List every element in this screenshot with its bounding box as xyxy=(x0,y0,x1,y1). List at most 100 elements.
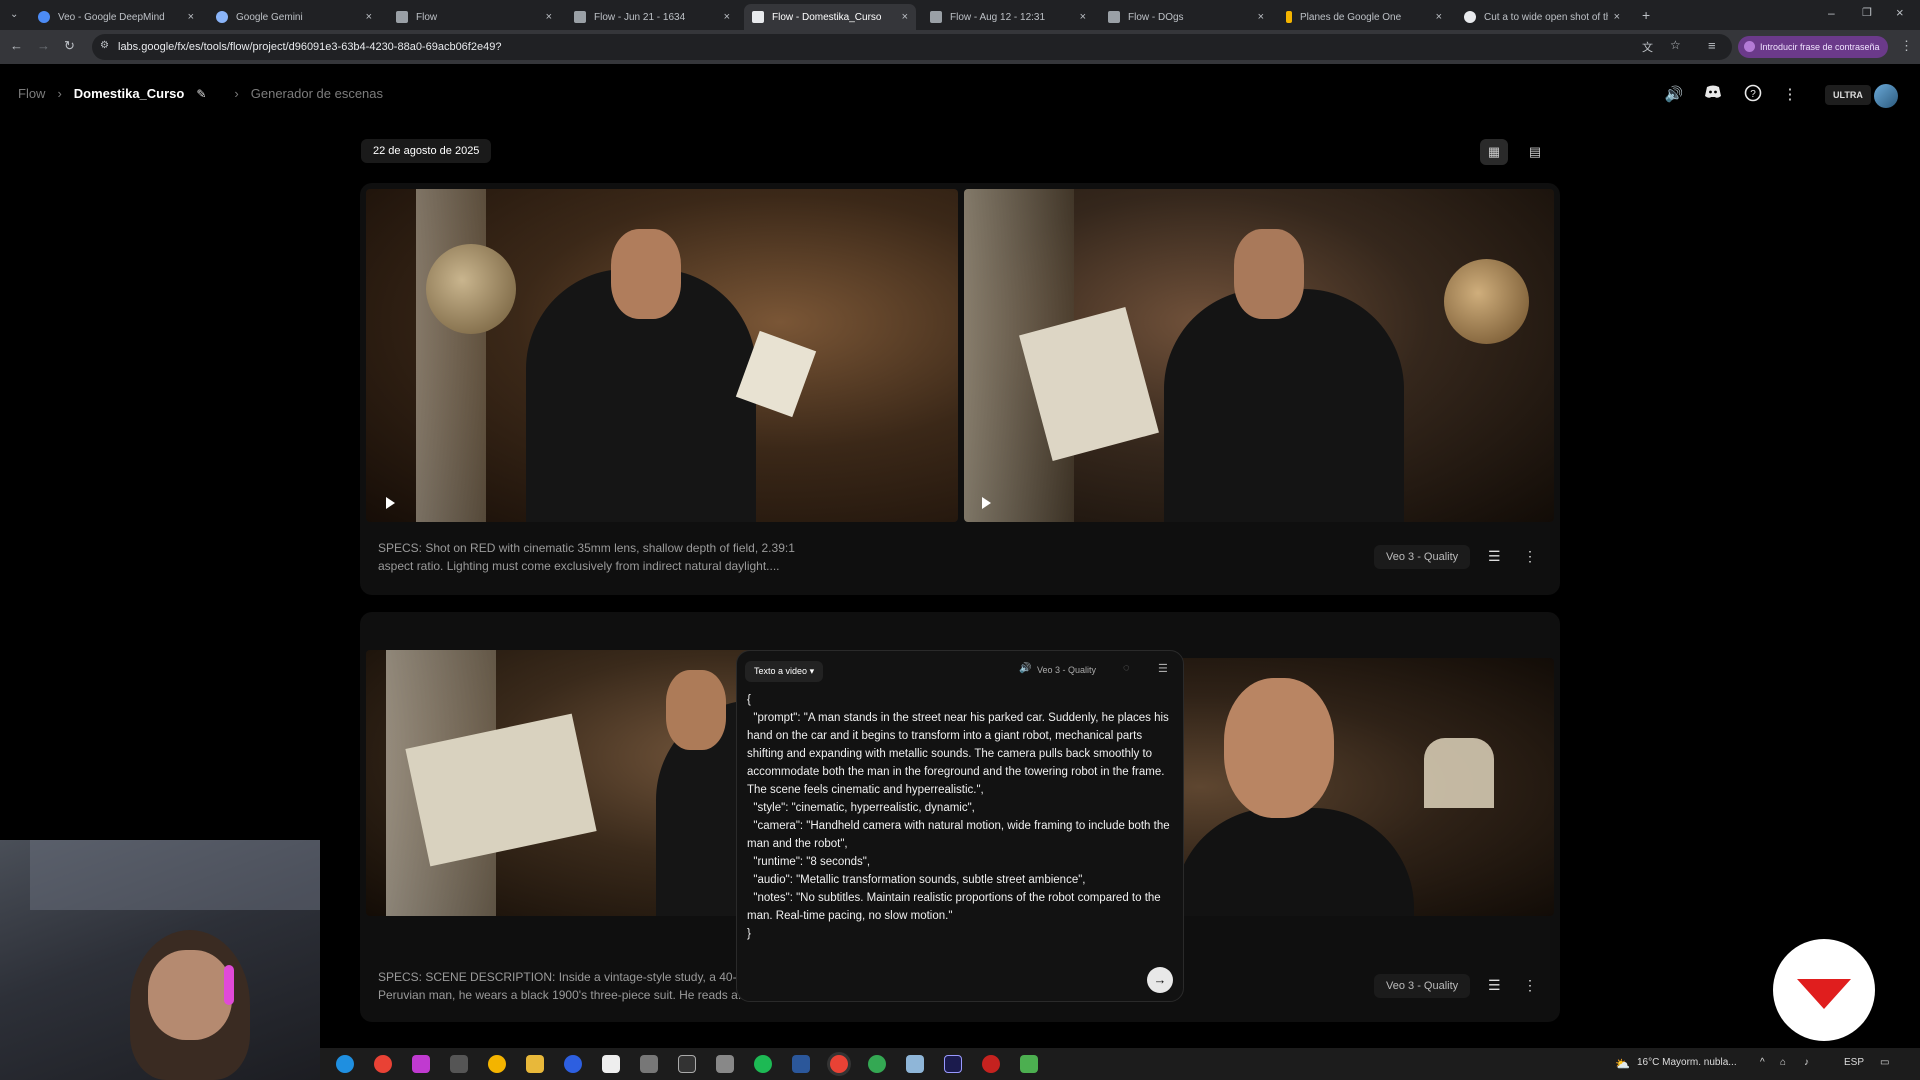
more-options-icon[interactable]: ⋮ xyxy=(1779,84,1801,106)
close-window-icon[interactable]: × xyxy=(1896,5,1904,20)
man-face xyxy=(1224,678,1334,818)
background-wall xyxy=(30,840,320,910)
language-indicator[interactable]: ESP xyxy=(1844,1057,1864,1068)
tab-close-icon[interactable]: × xyxy=(546,11,552,23)
calendar-icon[interactable] xyxy=(678,1055,696,1073)
app-icon[interactable] xyxy=(906,1055,924,1073)
app-icon[interactable] xyxy=(1020,1055,1038,1073)
play-icon[interactable] xyxy=(386,497,395,509)
reload-icon[interactable]: ↻ xyxy=(64,38,75,54)
mode-dropdown[interactable]: Texto a video ▾ xyxy=(745,661,824,682)
model-badge: Veo 3 - Quality xyxy=(1374,545,1471,569)
back-icon[interactable]: ← xyxy=(10,38,23,53)
volume-icon[interactable]: 🔊 xyxy=(1663,84,1685,106)
app-icon[interactable] xyxy=(982,1055,1000,1073)
ultra-plan-badge[interactable]: ULTRA xyxy=(1825,85,1871,105)
tab-close-icon[interactable]: × xyxy=(188,11,194,23)
url-bar[interactable]: ⚙ labs.google/fx/es/tools/flow/project/d… xyxy=(92,34,1732,60)
chrome-profile-icon[interactable] xyxy=(488,1055,506,1073)
tab-flow-domestika[interactable]: Flow - Domestika_Curso × xyxy=(744,4,916,30)
tab-flow[interactable]: Flow × xyxy=(388,4,560,30)
app-icon[interactable] xyxy=(716,1055,734,1073)
tab-favicon-icon xyxy=(1286,11,1292,23)
discord-icon[interactable] xyxy=(1702,84,1724,106)
audio-icon[interactable]: 🔊 xyxy=(1019,663,1031,674)
breadcrumb-project[interactable]: Domestika_Curso xyxy=(74,86,185,101)
card-specs-text[interactable]: SPECS: Shot on RED with cinematic 35mm l… xyxy=(378,539,798,575)
edge-icon[interactable] xyxy=(336,1055,354,1073)
zoom-icon[interactable] xyxy=(564,1055,582,1073)
breadcrumb-section[interactable]: Generador de escenas xyxy=(251,86,383,101)
app-icon[interactable] xyxy=(412,1055,430,1073)
address-bar-row: ← → ↻ ⚙ labs.google/fx/es/tools/flow/pro… xyxy=(0,30,1920,64)
man-silhouette xyxy=(1174,808,1414,916)
tab-search-icon[interactable]: ⌄ xyxy=(10,9,18,20)
tab-favicon-icon xyxy=(1464,11,1476,23)
tray-chevron-icon[interactable]: ^ xyxy=(1760,1057,1765,1068)
breadcrumb-flow[interactable]: Flow xyxy=(18,86,45,101)
store-icon[interactable] xyxy=(450,1055,468,1073)
prompt-textarea[interactable]: { "prompt": "A man stands in the street … xyxy=(747,691,1177,943)
chevron-down-icon: ▾ xyxy=(809,666,815,676)
reuse-prompt-icon[interactable]: ☰ xyxy=(1488,977,1501,994)
tab-close-icon[interactable]: × xyxy=(366,11,372,23)
weather-text[interactable]: 16°C Mayorm. nubla... xyxy=(1637,1057,1737,1068)
file-explorer-icon[interactable] xyxy=(526,1055,544,1073)
model-badge: Veo 3 - Quality xyxy=(1374,974,1471,998)
notion-icon[interactable] xyxy=(602,1055,620,1073)
send-button[interactable]: → xyxy=(1147,967,1173,993)
browser-menu-icon[interactable]: ⋮ xyxy=(1900,38,1913,54)
tab-veo[interactable]: Veo - Google DeepMind × xyxy=(30,4,202,30)
tab-close-icon[interactable]: × xyxy=(1080,11,1086,23)
app-icon[interactable] xyxy=(640,1055,658,1073)
chrome-icon[interactable] xyxy=(374,1055,392,1073)
network-icon[interactable]: ⌂ xyxy=(1780,1057,1786,1068)
tab-close-icon[interactable]: × xyxy=(902,11,908,23)
translate-icon[interactable]: 文 xyxy=(1642,39,1653,55)
tab-flow-jun21[interactable]: Flow - Jun 21 - 1634 × xyxy=(566,4,738,30)
chrome-active-icon[interactable] xyxy=(830,1055,848,1073)
tab-favicon-icon xyxy=(38,11,50,23)
prompt-composer: Texto a video ▾ 🔊 Veo 3 - Quality ◌ ☰ { … xyxy=(736,650,1184,1002)
grid-view-small-icon[interactable]: ▤ xyxy=(1521,139,1549,165)
tab-cut-to-wide[interactable]: Cut a to wide open shot of the × xyxy=(1456,4,1628,30)
tab-google-one[interactable]: Planes de Google One × xyxy=(1278,4,1450,30)
tab-gemini[interactable]: Google Gemini × xyxy=(208,4,380,30)
tab-flow-dogs[interactable]: Flow - DOgs × xyxy=(1100,4,1272,30)
tab-favicon-icon xyxy=(396,11,408,23)
forward-icon[interactable]: → xyxy=(37,38,50,53)
card-more-options-icon[interactable]: ⋮ xyxy=(1523,977,1537,994)
card-specs-text[interactable]: SPECS: SCENE DESCRIPTION: Inside a vinta… xyxy=(378,968,798,1004)
tab-close-icon[interactable]: × xyxy=(1436,11,1442,23)
tab-close-icon[interactable]: × xyxy=(724,11,730,23)
site-info-icon[interactable]: ⚙ xyxy=(100,40,109,51)
avatar[interactable] xyxy=(1874,84,1898,108)
password-phrase-button[interactable]: Introducir frase de contraseña xyxy=(1738,36,1888,58)
video-thumbnail[interactable] xyxy=(964,189,1554,522)
edit-pencil-icon[interactable]: ✎ xyxy=(196,87,206,101)
play-icon[interactable] xyxy=(982,497,991,509)
video-thumbnail[interactable] xyxy=(366,189,958,522)
tab-close-icon[interactable]: × xyxy=(1614,11,1620,23)
notification-icon[interactable]: ▭ xyxy=(1880,1057,1889,1068)
minimize-icon[interactable]: – xyxy=(1828,6,1835,20)
word-icon[interactable] xyxy=(792,1055,810,1073)
grid-view-large-icon[interactable]: ▦ xyxy=(1480,139,1508,165)
tab-flow-aug12[interactable]: Flow - Aug 12 - 12:31 × xyxy=(922,4,1094,30)
chrome-icon[interactable] xyxy=(868,1055,886,1073)
model-selector[interactable]: Veo 3 - Quality xyxy=(1037,665,1096,675)
reuse-prompt-icon[interactable]: ☰ xyxy=(1488,548,1501,565)
card-more-options-icon[interactable]: ⋮ xyxy=(1523,548,1537,565)
premiere-icon[interactable] xyxy=(944,1055,962,1073)
reading-list-icon[interactable]: ≡ xyxy=(1708,38,1716,53)
spotify-icon[interactable] xyxy=(754,1055,772,1073)
restore-icon[interactable]: ❐ xyxy=(1862,6,1872,19)
settings-sliders-icon[interactable]: ☰ xyxy=(1158,662,1168,675)
volume-tray-icon[interactable]: ♪ xyxy=(1804,1057,1809,1068)
bookmark-star-icon[interactable]: ☆ xyxy=(1670,38,1681,52)
tab-favicon-icon xyxy=(930,11,942,23)
new-tab-icon[interactable]: + xyxy=(1642,7,1650,23)
help-icon[interactable]: ? xyxy=(1742,84,1764,106)
tab-close-icon[interactable]: × xyxy=(1258,11,1264,23)
tab-favicon-icon xyxy=(1108,11,1120,23)
